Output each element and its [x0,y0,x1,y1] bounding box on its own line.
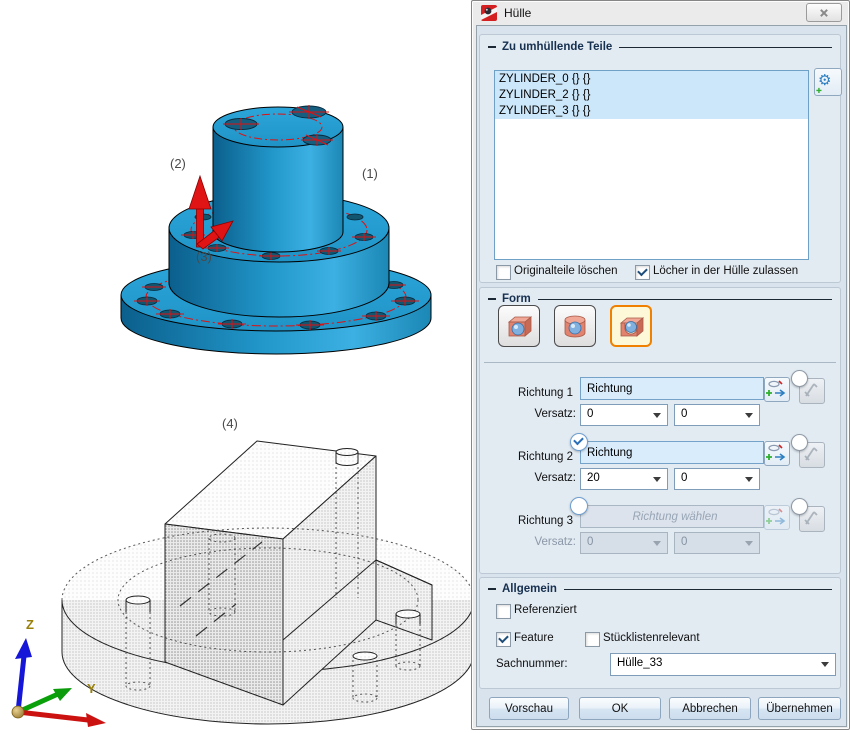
richtung1-knob[interactable] [791,370,808,387]
list-item[interactable]: ZYLINDER_0 {} {} [495,71,808,87]
versatz3-label: Versatz: [494,536,576,548]
huelle-dialog: Hülle Zu umhüllende Teile ZYLINDER_0 {} … [471,0,850,730]
abbrechen-button[interactable]: Abbrechen [669,697,751,720]
vorschau-button[interactable]: Vorschau [489,697,569,720]
dialog-content: Zu umhüllende Teile ZYLINDER_0 {} {} ZYL… [476,25,847,727]
checkbox-referenziert[interactable] [496,604,511,619]
chevron-down-icon [745,541,753,546]
title-bar[interactable]: Hülle [472,1,849,25]
shaded-model[interactable] [121,105,431,354]
richtung1-label: Richtung 1 [518,387,573,399]
shape-option-contour[interactable] [610,305,652,347]
richtung2-input[interactable] [580,441,764,464]
group-parts-header: Zu umhüllende Teile [488,41,832,53]
richtung1-versatz1-combo[interactable]: 0 [580,404,668,426]
wireframe-model[interactable] [62,441,472,724]
chevron-down-icon [745,413,753,418]
hull-contour-icon [617,312,645,340]
group-form: Form [479,287,841,574]
richtung3-knob[interactable] [791,498,808,515]
checkbox-delete-originals[interactable] [496,265,511,280]
collapse-icon[interactable] [488,298,496,300]
3d-viewport[interactable]: (1) (2) (3) (4) Z Y [0,0,472,733]
richtung1-select-button[interactable] [764,377,790,402]
parts-list[interactable]: ZYLINDER_0 {} {} ZYLINDER_2 {} {} ZYLIND… [494,70,809,260]
checkbox-allow-holes[interactable] [635,265,650,280]
versatz2-label: Versatz: [494,472,576,484]
richtung3-select-button[interactable] [764,505,790,530]
hull-box-icon [505,312,533,340]
checkbox-stuecklistenrelevant[interactable] [585,632,600,647]
richtung2-versatz1-combo[interactable]: 20 [580,468,668,490]
sachnummer-label: Sachnummer: [496,658,568,670]
shape-option-cylinder[interactable] [554,305,596,347]
plus-icon: ✚ [816,87,822,95]
richtung1-versatz2-combo[interactable]: 0 [674,404,760,426]
screen: (1) (2) (3) (4) Z Y Hülle Zu u [0,0,850,733]
versatz1-label: Versatz: [494,408,576,420]
checkbox-allow-holes-label: Löcher in der Hülle zulassen [653,265,798,277]
chevron-down-icon [653,541,661,546]
richtung1-input[interactable] [580,377,764,400]
richtung2-badge[interactable] [570,433,588,451]
richtung2-versatz2-combo[interactable]: 0 [674,468,760,490]
richtung2-label: Richtung 2 [518,451,573,463]
richtung3-versatz2-combo[interactable]: 0 [674,532,760,554]
annotation-2: (2) [170,156,186,171]
close-button[interactable] [806,3,842,22]
list-item[interactable]: ZYLINDER_3 {} {} [495,103,808,119]
group-form-header: Form [488,293,832,305]
group-general-title: Allgemein [502,583,557,595]
richtung3-input[interactable] [580,505,764,528]
checkbox-feature-label: Feature [514,632,554,644]
select-direction-icon [765,378,787,399]
collapse-icon[interactable] [488,588,496,590]
annotation-4: (4) [222,416,238,431]
sachnummer-combo[interactable]: Hülle_33 [610,653,836,676]
chevron-down-icon [821,662,829,667]
richtung3-label: Richtung 3 [518,515,573,527]
group-general: Allgemein Referenziert Feature Stücklist… [479,577,841,689]
select-direction-icon [765,506,787,527]
checkbox-delete-originals-label: Originalteile löschen [514,265,618,277]
richtung2-knob[interactable] [791,434,808,451]
select-parts-button[interactable]: ⚙ ✚ [814,68,842,96]
chevron-down-icon [745,477,753,482]
viewport-canvas [0,0,472,733]
uebernehmen-button[interactable]: Übernehmen [758,697,841,720]
ok-button[interactable]: OK [579,697,661,720]
select-direction-icon [765,442,787,463]
hull-cylinder-icon [561,312,589,340]
group-parts-title: Zu umhüllende Teile [502,41,612,53]
richtung3-versatz1-combo[interactable]: 0 [580,532,668,554]
group-form-title: Form [502,293,531,305]
shape-option-box[interactable] [498,305,540,347]
collapse-icon[interactable] [488,46,496,48]
window-title: Hülle [504,6,531,20]
checkbox-feature[interactable] [496,632,511,647]
axis-y-label: Y [87,681,96,696]
richtung3-badge[interactable] [570,497,588,515]
group-parts: Zu umhüllende Teile ZYLINDER_0 {} {} ZYL… [479,34,841,283]
checkbox-referenziert-label: Referenziert [514,604,577,616]
list-item[interactable]: ZYLINDER_2 {} {} [495,87,808,103]
chevron-down-icon [653,477,661,482]
group-general-header: Allgemein [488,583,832,595]
checkbox-stuecklistenrelevant-label: Stücklistenrelevant [603,632,700,644]
app-icon [481,5,497,21]
annotation-1: (1) [362,166,378,181]
annotation-3: (3) [196,249,212,264]
axis-z-label: Z [26,617,34,632]
chevron-down-icon [653,413,661,418]
richtung2-select-button[interactable] [764,441,790,466]
